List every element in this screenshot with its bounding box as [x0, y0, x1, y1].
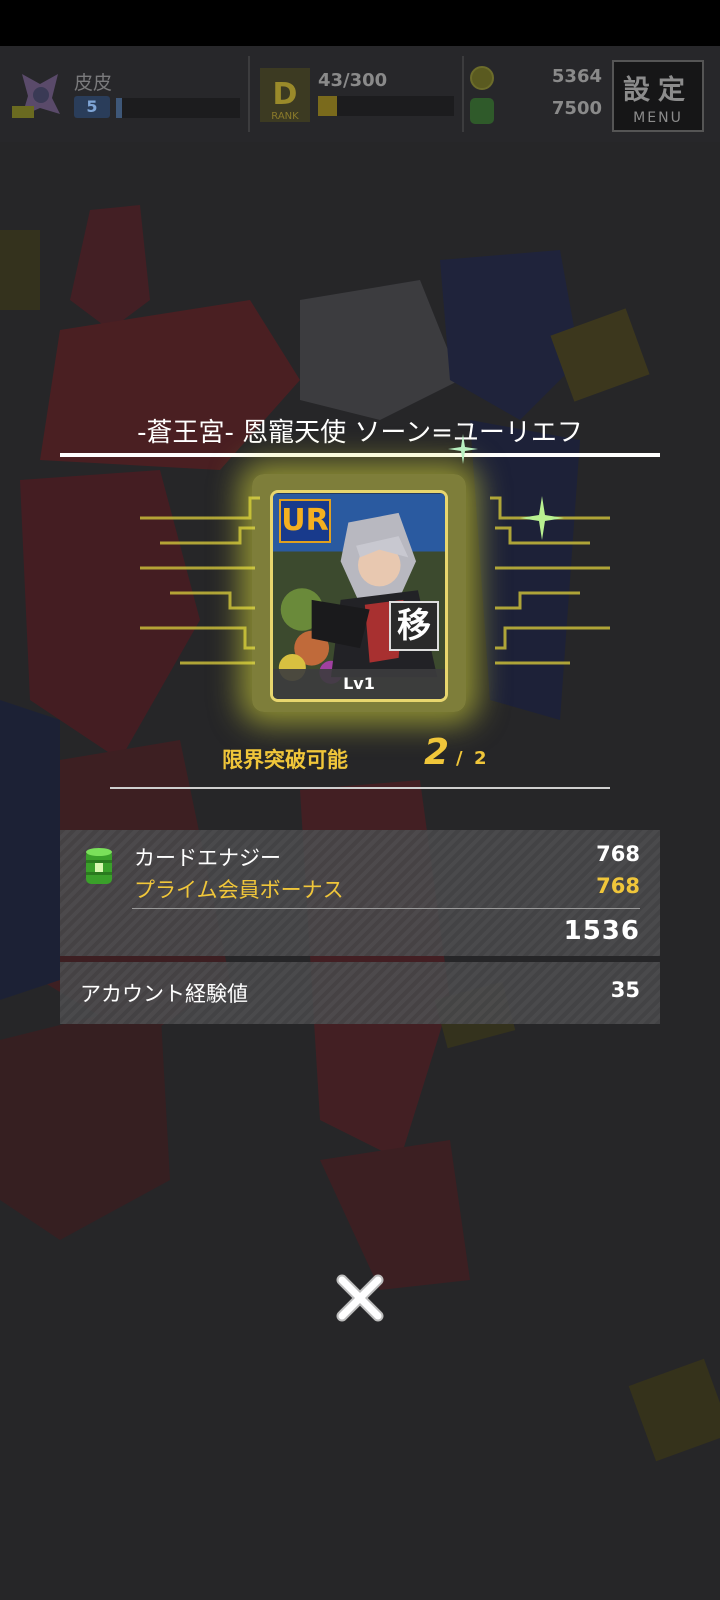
- card[interactable]: UR 移 Lv1: [270, 490, 448, 702]
- menu-kanji: 設定: [623, 75, 693, 106]
- player-exp-bar: [116, 98, 240, 118]
- card-type-badge: 移: [389, 601, 439, 651]
- coin-icon: [470, 66, 494, 90]
- avatar-icon[interactable]: [12, 68, 70, 122]
- player-level-badge: 5: [74, 96, 110, 118]
- menu-label: MENU: [633, 110, 683, 126]
- status-bar: [0, 0, 720, 46]
- card-level: Lv1: [273, 669, 445, 699]
- rank-progress-fill: [318, 96, 338, 116]
- limit-break-divider: [110, 787, 610, 789]
- sparkle-icon: [448, 434, 478, 464]
- card-energy-value: 768: [596, 842, 640, 866]
- total-divider: [132, 908, 640, 909]
- rank-icon: D RANK: [260, 68, 310, 122]
- background-dim: [0, 0, 720, 1600]
- energy-icon: [470, 98, 494, 124]
- limit-break-max: 2: [474, 748, 487, 769]
- hud-divider: [462, 56, 464, 132]
- rank-letter: D: [273, 77, 298, 112]
- rank-label: RANK: [271, 111, 299, 122]
- account-exp-value: 35: [610, 978, 640, 1002]
- card-name-underline: [60, 453, 660, 457]
- energy-amount: 7500: [551, 98, 602, 119]
- account-exp-panel: アカウント経験値 35: [60, 962, 660, 1024]
- card-energy-panel: カードエナジー 768 プライム会員ボーナス 768 1536: [60, 830, 660, 956]
- hud-divider: [248, 56, 250, 132]
- card-energy-total: 1536: [563, 916, 640, 946]
- prime-bonus-value: 768: [596, 874, 640, 898]
- close-icon[interactable]: [332, 1270, 388, 1326]
- limit-break-separator: /: [456, 748, 463, 769]
- player-name: 皮皮: [74, 72, 113, 94]
- card-energy-label: カードエナジー: [134, 846, 281, 870]
- limit-break-label: 限界突破可能: [222, 748, 348, 772]
- menu-button[interactable]: 設定 MENU: [612, 60, 704, 132]
- limit-break-current: 2: [424, 732, 450, 773]
- rank-progress-text: 43/300: [318, 70, 388, 91]
- account-exp-label: アカウント経験値: [80, 982, 248, 1006]
- card-energy-icon: [86, 848, 112, 884]
- player-exp-fill: [116, 98, 123, 118]
- top-hud: 皮皮 5 D RANK 43/300 5364 7500 設定 MENU: [0, 46, 720, 142]
- coin-amount: 5364: [551, 66, 602, 87]
- sparkle-icon: [520, 496, 564, 540]
- rarity-badge: UR: [279, 499, 331, 543]
- rank-progress-bar: [318, 96, 454, 116]
- prime-bonus-label: プライム会員ボーナス: [134, 878, 344, 902]
- card-name: -蒼王宮- 恩寵天使 ソーン=ユーリエフ: [137, 418, 583, 448]
